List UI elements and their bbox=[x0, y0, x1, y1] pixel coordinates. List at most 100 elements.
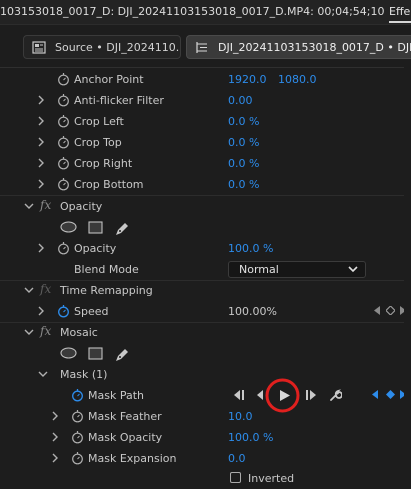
effect-controls-icon bbox=[196, 42, 207, 53]
opacity-value[interactable]: 100.0 % bbox=[228, 242, 273, 255]
track-mask-backward-icon[interactable] bbox=[234, 390, 246, 400]
stopwatch-icon[interactable] bbox=[57, 93, 70, 107]
opacity-label: Opacity bbox=[74, 242, 117, 255]
mosaic-mask-tools bbox=[0, 343, 411, 364]
ellipse-mask-icon[interactable] bbox=[60, 347, 77, 359]
crop-left-value[interactable]: 0.0 % bbox=[228, 115, 259, 128]
vertical-scrollbar[interactable] bbox=[404, 67, 411, 484]
anti-flicker-value[interactable]: 0.00 bbox=[228, 94, 253, 107]
blend-mode-label: Blend Mode bbox=[74, 263, 139, 276]
chevron-right-icon[interactable] bbox=[36, 95, 46, 105]
fx-icon[interactable]: fx bbox=[40, 282, 51, 296]
stopwatch-icon[interactable] bbox=[71, 430, 84, 444]
stopwatch-icon[interactable] bbox=[71, 451, 84, 465]
stopwatch-icon[interactable] bbox=[57, 135, 70, 149]
effects-tab-underline bbox=[389, 21, 411, 23]
track-mask-backward-one-frame-icon[interactable] bbox=[257, 390, 264, 400]
time-remapping-title: Time Remapping bbox=[60, 284, 153, 297]
mosaic-effect-header: fx Mosaic bbox=[0, 322, 411, 343]
stopwatch-icon[interactable] bbox=[57, 156, 70, 170]
crop-right-label: Crop Right bbox=[74, 157, 133, 170]
pen-mask-icon[interactable] bbox=[114, 221, 130, 236]
chevron-right-icon[interactable] bbox=[36, 243, 46, 253]
mask-expansion-label: Mask Expansion bbox=[88, 452, 177, 465]
mask-1-title[interactable]: Mask (1) bbox=[60, 368, 107, 381]
mask-feather-row: Mask Feather 10.0 bbox=[0, 406, 411, 427]
chevron-right-icon[interactable] bbox=[36, 179, 46, 189]
effects-panel-tab[interactable]: Effe bbox=[389, 5, 410, 18]
track-mask-forward-icon[interactable] bbox=[306, 390, 318, 400]
speed-label: Speed bbox=[74, 305, 109, 318]
chevron-down-icon[interactable] bbox=[24, 201, 34, 211]
chevron-down-icon[interactable] bbox=[38, 369, 48, 379]
fx-icon[interactable]: fx bbox=[40, 198, 51, 212]
anchor-point-row: Anchor Point 1920.0 1080.0 bbox=[0, 69, 411, 90]
ellipse-mask-icon[interactable] bbox=[60, 221, 77, 233]
previous-keyframe-icon[interactable] bbox=[372, 390, 379, 399]
inverted-label: Inverted bbox=[248, 472, 295, 485]
previous-keyframe-icon[interactable] bbox=[374, 306, 381, 315]
crop-right-value[interactable]: 0.0 % bbox=[228, 157, 259, 170]
mask-feather-value[interactable]: 10.0 bbox=[228, 410, 253, 423]
stopwatch-icon[interactable] bbox=[57, 177, 70, 191]
anchor-point-x[interactable]: 1920.0 bbox=[228, 73, 267, 86]
opacity-effect-header: fx Opacity bbox=[0, 196, 411, 217]
stopwatch-icon[interactable] bbox=[57, 241, 70, 255]
chevron-down-icon[interactable] bbox=[24, 327, 34, 337]
chevron-right-icon[interactable] bbox=[36, 306, 46, 316]
stopwatch-icon[interactable] bbox=[57, 304, 70, 318]
mask-path-row: Mask Path bbox=[0, 378, 411, 413]
chevron-right-icon[interactable] bbox=[50, 453, 60, 463]
crop-top-value[interactable]: 0.0 % bbox=[228, 136, 259, 149]
stopwatch-icon[interactable] bbox=[71, 388, 84, 402]
add-keyframe-icon[interactable] bbox=[386, 306, 395, 315]
crop-right-row: Crop Right 0.0 % bbox=[0, 153, 411, 174]
fx-icon[interactable]: fx bbox=[40, 324, 51, 338]
speed-row: Speed 100.00% bbox=[0, 301, 411, 322]
time-remapping-header: fx Time Remapping bbox=[0, 280, 411, 301]
mask-expansion-row: Mask Expansion 0.0 bbox=[0, 448, 411, 469]
chevron-down-icon bbox=[348, 266, 358, 273]
pen-mask-icon[interactable] bbox=[114, 347, 130, 362]
crop-bottom-value[interactable]: 0.0 % bbox=[228, 178, 259, 191]
mask-opacity-label: Mask Opacity bbox=[88, 431, 163, 444]
source-clip-icon bbox=[32, 41, 46, 54]
mask-expansion-value[interactable]: 0.0 bbox=[228, 452, 246, 465]
crop-left-label: Crop Left bbox=[74, 115, 124, 128]
stopwatch-icon[interactable] bbox=[71, 409, 84, 423]
chevron-right-icon[interactable] bbox=[50, 411, 60, 421]
mask-path-label: Mask Path bbox=[88, 389, 144, 402]
tab-source-label: Source • DJI_2024110... bbox=[55, 41, 181, 54]
tab-source[interactable]: Source • DJI_2024110... bbox=[23, 35, 181, 59]
anchor-point-y[interactable]: 1080.0 bbox=[278, 73, 317, 86]
stopwatch-icon[interactable] bbox=[57, 114, 70, 128]
stopwatch-icon[interactable] bbox=[57, 72, 70, 86]
chevron-down-icon[interactable] bbox=[24, 285, 34, 295]
chevron-right-icon[interactable] bbox=[36, 158, 46, 168]
mosaic-effect-title: Mosaic bbox=[60, 326, 98, 339]
chevron-right-icon[interactable] bbox=[36, 137, 46, 147]
crop-bottom-row: Crop Bottom 0.0 % bbox=[0, 174, 411, 195]
crop-top-label: Crop Top bbox=[74, 136, 122, 149]
opacity-row: Opacity 100.0 % bbox=[0, 238, 411, 259]
rectangle-mask-icon[interactable] bbox=[88, 221, 103, 234]
crop-top-row: Crop Top 0.0 % bbox=[0, 132, 411, 153]
speed-value[interactable]: 100.00% bbox=[228, 305, 277, 318]
mask-opacity-row: Mask Opacity 100.0 % bbox=[0, 427, 411, 448]
chevron-right-icon[interactable] bbox=[50, 432, 60, 442]
opacity-effect-title: Opacity bbox=[60, 200, 103, 213]
chevron-right-icon[interactable] bbox=[36, 116, 46, 126]
mask-opacity-value[interactable]: 100.0 % bbox=[228, 431, 273, 444]
window-title: 103153018_0017_D: DJI_20241103153018_001… bbox=[0, 5, 385, 18]
blend-mode-row: Blend Mode Normal bbox=[0, 259, 411, 280]
rectangle-mask-icon[interactable] bbox=[88, 347, 103, 360]
inverted-checkbox[interactable] bbox=[230, 472, 241, 483]
anti-flicker-row: Anti-flicker Filter 0.00 bbox=[0, 90, 411, 111]
crop-bottom-label: Crop Bottom bbox=[74, 178, 144, 191]
blend-mode-select[interactable]: Normal bbox=[228, 261, 366, 278]
keyframe-diamond-icon[interactable] bbox=[386, 390, 395, 399]
opacity-mask-tools bbox=[0, 217, 411, 238]
mask-1-header: Mask (1) bbox=[0, 364, 411, 385]
wrench-icon[interactable] bbox=[328, 388, 342, 402]
tab-effect-controls[interactable]: DJI_20241103153018_0017_D • DJI_2 bbox=[186, 35, 411, 59]
